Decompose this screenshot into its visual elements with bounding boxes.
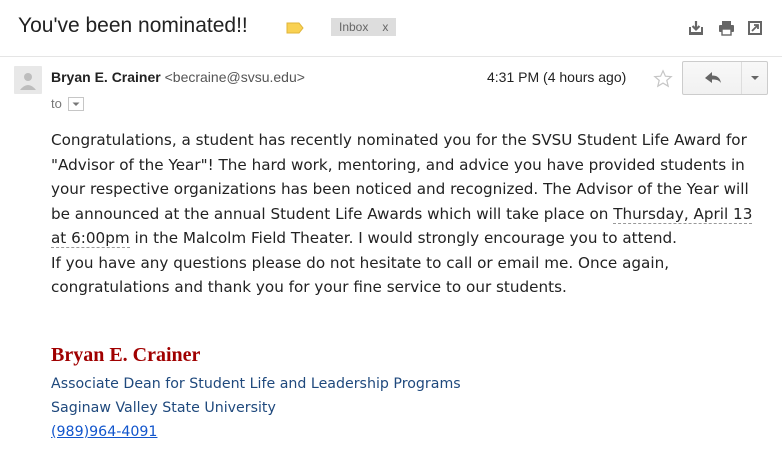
subject-title: You've been nominated!! xyxy=(18,14,248,37)
body-paragraph: Congratulations, a student has recently … xyxy=(51,128,771,251)
chevron-down-icon xyxy=(751,76,759,80)
header-divider xyxy=(0,56,782,57)
phone-link[interactable]: (989)964-4091 xyxy=(51,424,157,440)
signature-organization: Saginaw Valley State University xyxy=(51,400,276,416)
message-body: Congratulations, a student has recently … xyxy=(51,128,771,300)
recipient-line: to xyxy=(51,96,84,112)
signature-title: Associate Dean for Student Life and Lead… xyxy=(51,376,461,392)
show-details-button[interactable] xyxy=(67,96,84,111)
star-icon[interactable] xyxy=(653,69,673,89)
new-window-icon[interactable] xyxy=(747,20,763,36)
signature-name: Bryan E. Crainer xyxy=(51,344,201,366)
inbox-label-chip: Inbox x xyxy=(331,18,397,36)
print-icon[interactable] xyxy=(718,20,735,36)
important-marker-icon[interactable] xyxy=(286,22,304,34)
reply-button[interactable] xyxy=(683,62,741,94)
to-label: to xyxy=(51,96,62,111)
sender-avatar[interactable] xyxy=(14,66,42,94)
reply-icon xyxy=(705,72,721,83)
remove-label-button[interactable]: x xyxy=(382,20,388,34)
reply-button-group xyxy=(682,61,768,95)
sender-name[interactable]: Bryan E. Crainer xyxy=(51,69,161,85)
sender-line: Bryan E. Crainer <becraine@svsu.edu> xyxy=(51,69,305,85)
signature-phone-line: (989)964-4091 xyxy=(51,424,157,440)
download-icon[interactable] xyxy=(688,20,704,36)
chevron-down-icon xyxy=(72,102,80,106)
message-timestamp: 4:31 PM (4 hours ago) xyxy=(487,69,627,85)
body-paragraph: If you have any questions please do not … xyxy=(51,253,670,297)
sender-email: <becraine@svsu.edu> xyxy=(164,69,305,85)
more-actions-button[interactable] xyxy=(741,62,768,94)
body-text: in the Malcolm Field Theater. I would st… xyxy=(129,229,678,247)
inbox-label-text: Inbox xyxy=(339,20,369,34)
message-header: You've been nominated!! Inbox x xyxy=(0,0,782,56)
